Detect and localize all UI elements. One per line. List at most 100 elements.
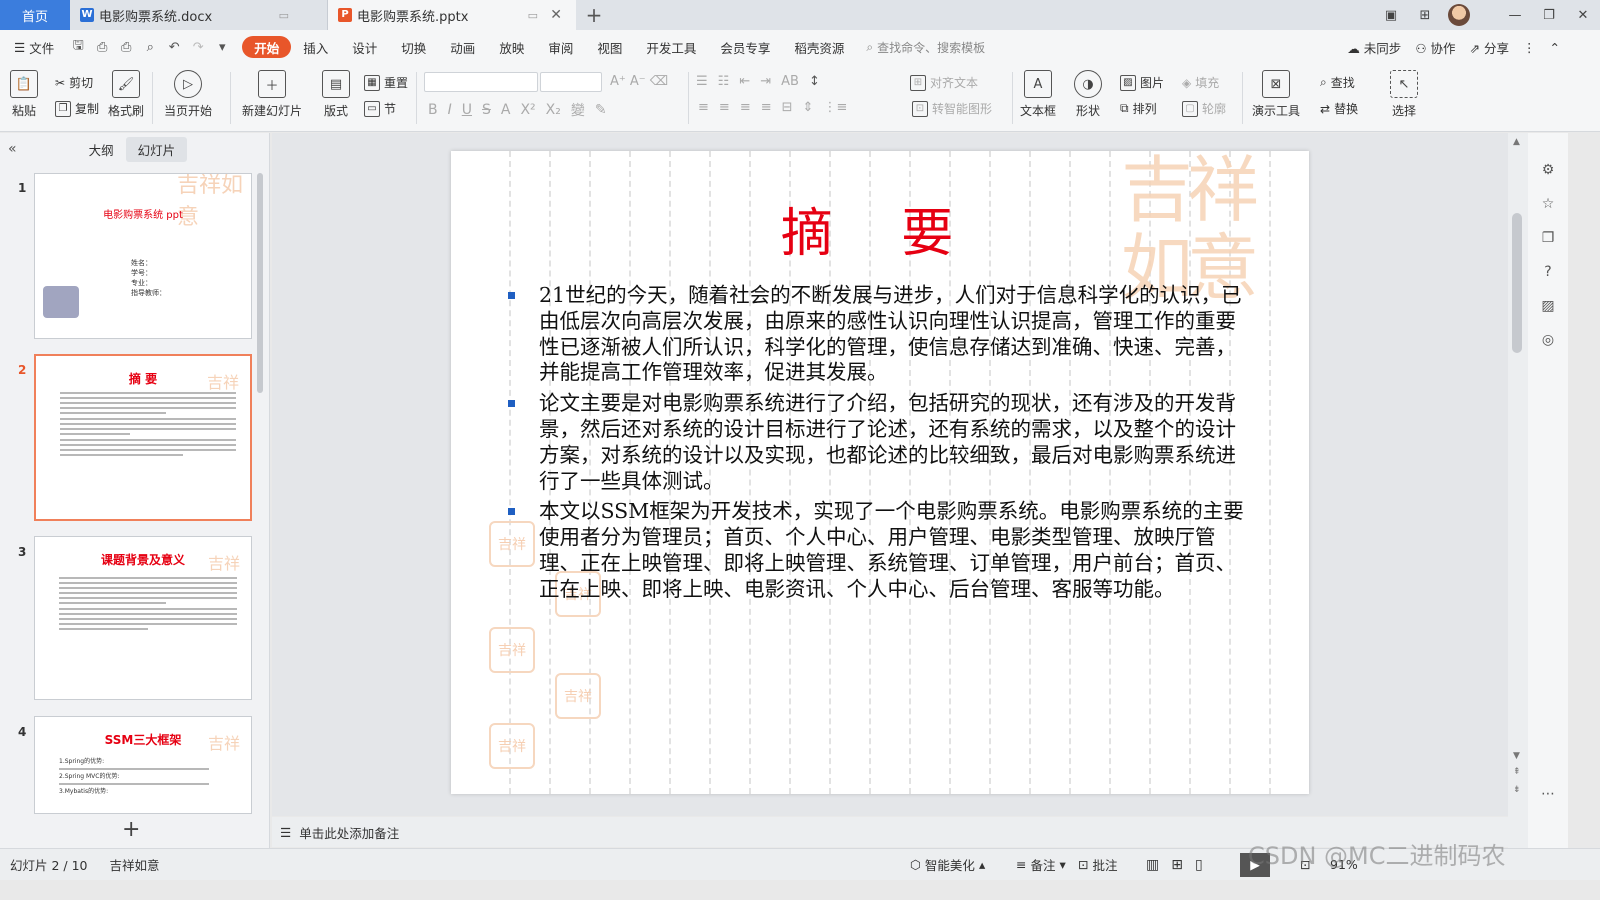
underline-icon[interactable]: U xyxy=(462,102,472,118)
find-button[interactable]: ⌕ 查找 xyxy=(1320,74,1355,91)
justify-icon[interactable]: ≡ xyxy=(761,100,772,115)
new-slide-button[interactable]: ＋ 新建幻灯片 xyxy=(242,70,302,119)
help-icon[interactable]: ? xyxy=(1539,263,1557,281)
more-menu-icon[interactable]: ⋮ xyxy=(1523,40,1536,55)
user-avatar[interactable] xyxy=(1442,0,1476,30)
close-tab-icon[interactable]: ✕ xyxy=(550,7,562,23)
indent-icon[interactable]: ⇥ xyxy=(760,74,771,89)
share-button[interactable]: ⇗ 分享 xyxy=(1470,38,1509,57)
fill-button[interactable]: ◈ 填充 xyxy=(1182,74,1219,91)
menu-review[interactable]: 审阅 xyxy=(536,36,585,58)
new-tab-button[interactable]: + xyxy=(576,0,612,30)
menu-animation[interactable]: 动画 xyxy=(438,36,487,58)
slide-title[interactable]: 摘 要 xyxy=(451,191,1309,266)
slide-thumbnail[interactable]: 吉祥如意 电影购票系统 ppt 姓名： 学号： 专业： 指导教师： xyxy=(34,173,252,339)
slide-canvas[interactable]: 吉祥 如意 吉祥 吉祥 吉祥 吉祥 吉祥 摘 要 21世纪的今天，随着社会的不断发… xyxy=(451,151,1309,794)
menu-docer[interactable]: 稻壳资源 xyxy=(782,36,856,58)
prev-slide-icon[interactable]: ⇞ xyxy=(1513,767,1521,777)
vertical-scrollbar[interactable]: ▲ ▼ ⇞ ⇟ xyxy=(1508,133,1528,848)
layout-icon[interactable]: ▣ xyxy=(1374,0,1408,30)
scrollbar-thumb[interactable] xyxy=(1512,213,1522,353)
add-slide-icon[interactable]: + xyxy=(122,817,140,842)
menu-developer[interactable]: 开发工具 xyxy=(634,36,708,58)
strikethrough-icon[interactable]: S xyxy=(482,102,491,118)
slide-body-textbox[interactable]: 21世纪的今天，随着社会的不断发展与进步，人们对于信息科学化的认识，已由低层次向… xyxy=(506,283,1256,608)
print-icon[interactable]: ⎙ xyxy=(114,36,138,58)
tab-home[interactable]: 首页 xyxy=(0,0,70,30)
pin-icon[interactable]: ▭ xyxy=(279,9,289,22)
paste-button[interactable]: 📋 粘贴 xyxy=(10,70,38,119)
replace-button[interactable]: ⇄ 替换 xyxy=(1320,100,1358,117)
layout-button[interactable]: ▤ 版式 xyxy=(322,70,350,119)
settings-sliders-icon[interactable]: ⚙ xyxy=(1539,161,1557,179)
tab-slides[interactable]: 幻灯片 xyxy=(125,136,188,162)
reading-view-icon[interactable]: ▯ xyxy=(1195,857,1203,873)
preview-icon[interactable]: ⌕ xyxy=(138,36,162,58)
collab-button[interactable]: ⚇ 协作 xyxy=(1415,38,1455,57)
cut-button[interactable]: ✂ 剪切 xyxy=(55,74,93,91)
line-spacing-icon[interactable]: ↕ xyxy=(809,74,820,89)
superscript-icon[interactable]: X² xyxy=(520,102,535,118)
close-window-icon[interactable]: ✕ xyxy=(1566,0,1600,30)
tab-document[interactable]: W 电影购票系统.docx ▭ xyxy=(70,0,328,30)
scroll-down-icon[interactable]: ▼ xyxy=(1513,751,1520,761)
menu-design[interactable]: 设计 xyxy=(340,36,389,58)
align-center-icon[interactable]: ≡ xyxy=(719,100,730,115)
collapse-panel-icon[interactable]: « xyxy=(8,141,17,157)
more-icon[interactable]: ⋯ xyxy=(1539,785,1557,803)
bullet-list-icon[interactable]: ☰ xyxy=(696,74,708,89)
menu-member[interactable]: 会员专享 xyxy=(708,36,782,58)
menu-transition[interactable]: 切换 xyxy=(389,36,438,58)
slide-thumbnail[interactable]: 吉祥 SSM三大框架 1.Spring的优势: 2.Spring MVC的优势:… xyxy=(34,716,252,814)
scroll-up-icon[interactable]: ▲ xyxy=(1513,137,1520,147)
tab-outline[interactable]: 大纲 xyxy=(77,137,126,162)
image-icon[interactable]: ▨ xyxy=(1539,297,1557,315)
font-size-select[interactable] xyxy=(540,72,602,92)
subscript-icon[interactable]: X₂ xyxy=(546,102,561,118)
undo-icon[interactable]: ↶ xyxy=(162,36,186,58)
phonetic-icon[interactable]: 變 xyxy=(571,100,585,120)
customize-dropdown-icon[interactable]: ▾ xyxy=(210,36,234,58)
panel-scrollbar[interactable] xyxy=(257,173,263,393)
slide-thumbnail[interactable]: 吉祥 课题背景及意义 xyxy=(34,536,252,700)
align-right-icon[interactable]: ≡ xyxy=(740,100,751,115)
outline-button[interactable]: ▢ 轮廓 xyxy=(1182,100,1226,117)
font-size-adjust[interactable]: A⁺ A⁻ ⌫ xyxy=(610,74,668,89)
minimize-icon[interactable]: — xyxy=(1498,0,1532,30)
menu-insert[interactable]: 插入 xyxy=(291,36,340,58)
theme-name[interactable]: 吉祥如意 xyxy=(110,855,160,874)
outdent-icon[interactable]: ⇤ xyxy=(739,74,750,89)
distribute-icon[interactable]: ⊟ xyxy=(782,100,793,115)
notes-toggle-button[interactable]: ≡ 备注 ▾ xyxy=(1016,855,1066,874)
section-button[interactable]: ▭ 节 xyxy=(364,100,396,117)
highlight-icon[interactable]: ✎ xyxy=(595,102,607,118)
picture-button[interactable]: ▨ 图片 xyxy=(1120,74,1164,91)
font-name-select[interactable] xyxy=(424,72,538,92)
columns-icon[interactable]: ⋮≡ xyxy=(823,100,847,115)
smart-beautify-button[interactable]: ⬡ 智能美化 ▴ xyxy=(910,855,985,874)
numbered-list-icon[interactable]: ☷ xyxy=(718,74,730,89)
comments-button[interactable]: ⊡ 批注 xyxy=(1078,855,1118,874)
textbox-button[interactable]: A 文本框 xyxy=(1020,70,1056,119)
presentation-tools-button[interactable]: ⊠ 演示工具 xyxy=(1252,70,1300,119)
para-spacing-icon[interactable]: ⇕ xyxy=(803,100,814,115)
pin-icon[interactable]: ▭ xyxy=(528,9,538,22)
play-from-current-button[interactable]: ▷ 当页开始 xyxy=(164,70,212,119)
copy-button[interactable]: ❐ 复制 xyxy=(55,100,99,117)
menu-view[interactable]: 视图 xyxy=(585,36,634,58)
slide-thumbnail-selected[interactable]: 吉祥 摘 要 xyxy=(34,354,252,521)
file-menu[interactable]: ☰ 文件 xyxy=(10,36,66,58)
redo-icon[interactable]: ↷ xyxy=(186,36,210,58)
align-text-button[interactable]: ⊞ 对齐文本 xyxy=(910,74,978,91)
save-icon[interactable]: 🖫 xyxy=(66,36,90,58)
sync-button[interactable]: ☁ 未同步 xyxy=(1347,38,1401,57)
command-search[interactable]: ⌕ 查找命令、搜索模板 xyxy=(866,39,985,56)
format-painter-button[interactable]: 🖌 格式刷 xyxy=(108,70,144,119)
compass-icon[interactable]: ◎ xyxy=(1539,331,1557,349)
star-icon[interactable]: ☆ xyxy=(1539,195,1557,213)
text-direction-icon[interactable]: AB xyxy=(781,74,799,89)
smart-graphic-button[interactable]: ⊡ 转智能图形 xyxy=(912,100,992,117)
grid-icon[interactable]: ⊞ xyxy=(1408,0,1442,30)
italic-icon[interactable]: I xyxy=(448,102,452,118)
menu-slideshow[interactable]: 放映 xyxy=(487,36,536,58)
